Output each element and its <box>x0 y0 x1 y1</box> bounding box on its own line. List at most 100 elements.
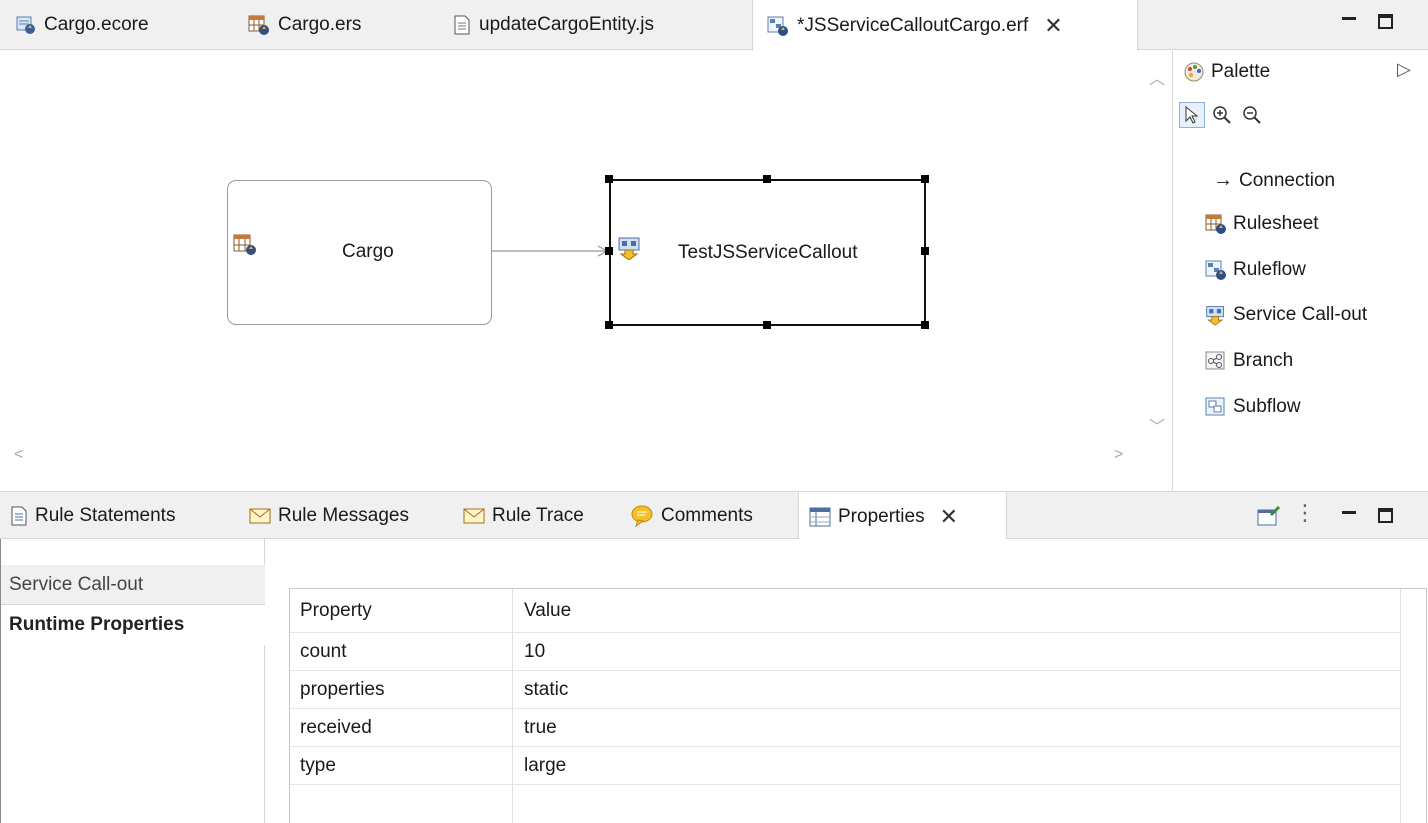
editor-tab-cargo-ecore[interactable]: Cargo.ecore <box>16 0 149 50</box>
palette-title: Palette <box>1211 61 1271 82</box>
service-callout-node[interactable]: TestJSServiceCallout <box>609 179 926 326</box>
ruleflow-icon <box>1205 260 1226 280</box>
zoom-out-icon[interactable] <box>1239 102 1265 128</box>
selection-handle-s[interactable] <box>763 321 771 329</box>
editor-tab-label: updateCargoEntity.js <box>479 14 654 35</box>
rulesheet-icon <box>1205 214 1226 234</box>
selection-handle-se[interactable] <box>921 321 929 329</box>
envelope-icon <box>249 508 271 524</box>
service-callout-icon <box>1206 306 1225 326</box>
property-value-cell[interactable]: large <box>524 747 566 784</box>
view-tab-properties[interactable]: Properties ✕ <box>798 492 1007 541</box>
service-callout-icon <box>618 237 640 260</box>
envelope-icon <box>463 508 485 524</box>
minimize-icon[interactable] <box>1342 508 1356 522</box>
palette-item-subflow[interactable]: Subflow <box>1205 396 1301 418</box>
branch-icon <box>1205 351 1225 370</box>
view-tab-label: Comments <box>661 505 753 526</box>
palette-item-rulesheet[interactable]: Rulesheet <box>1205 213 1319 235</box>
rulesheet-icon <box>248 15 269 35</box>
view-tab-comments[interactable]: Comments <box>630 492 753 540</box>
ruleflow-canvas[interactable] <box>0 51 1172 469</box>
rulesheet-node-cargo[interactable]: Cargo <box>227 180 492 325</box>
text-file-icon <box>454 15 470 35</box>
property-value-cell[interactable]: 10 <box>524 633 545 670</box>
property-name-cell: type <box>300 754 336 776</box>
editor-window-controls <box>1342 14 1393 29</box>
selection-handle-nw[interactable] <box>605 175 613 183</box>
editor-tab-label: Cargo.ers <box>278 14 362 35</box>
minimize-icon[interactable] <box>1342 14 1356 28</box>
close-icon[interactable]: ✕ <box>940 505 958 528</box>
property-name-cell: properties <box>300 678 385 700</box>
table-header-row: Property Value <box>290 589 1400 633</box>
properties-view: Service Call-out Runtime Properties Prop… <box>0 539 1428 823</box>
ruleflow-icon <box>767 16 788 36</box>
property-value-cell[interactable]: static <box>524 671 568 708</box>
editor-tab-js-service-callout-cargo[interactable]: *JSServiceCalloutCargo.erf ✕ <box>752 0 1138 51</box>
table-row-empty[interactable] <box>290 785 1400 823</box>
selection-handle-e[interactable] <box>921 247 929 255</box>
scroll-right-icon[interactable]: > <box>1114 446 1123 464</box>
properties-table-icon <box>809 507 831 526</box>
palette-item-label: Branch <box>1233 350 1294 371</box>
table-row[interactable]: count 10 <box>290 633 1400 671</box>
property-name-cell: received <box>300 716 372 738</box>
node-label: Cargo <box>342 241 394 262</box>
view-menu-icon[interactable]: ⋮ <box>1294 502 1316 524</box>
table-row[interactable]: type large <box>290 747 1400 785</box>
palette-item-service-callout[interactable]: Service Call-out <box>1205 304 1367 326</box>
scroll-left-icon[interactable]: < <box>14 446 23 464</box>
scroll-up-icon[interactable]: ︿ <box>1149 65 1165 89</box>
connection-arrow-icon: → <box>1213 169 1233 191</box>
editor-tab-label: *JSServiceCalloutCargo.erf <box>797 14 1029 36</box>
view-tab-bar: Rule Statements Rule Messages Rule Trace… <box>0 491 1428 541</box>
editor-tab-update-cargo-entity-js[interactable]: updateCargoEntity.js <box>453 0 654 50</box>
editor-tab-bar: Cargo.ecore Cargo.ers updateCargoEntity.… <box>0 0 1428 51</box>
palette-toolbar <box>1173 93 1428 137</box>
palette-collapse-icon[interactable]: ▷ <box>1397 59 1411 80</box>
table-row[interactable]: properties static <box>290 671 1400 709</box>
palette-panel: Palette ▷ → Connection Rulesheet Ruleflo… <box>1172 51 1428 506</box>
selection-handle-sw[interactable] <box>605 321 613 329</box>
view-tab-label: Rule Statements <box>35 505 176 526</box>
selection-handle-ne[interactable] <box>921 175 929 183</box>
palette-item-connection[interactable]: → Connection <box>1213 169 1335 192</box>
maximize-icon[interactable] <box>1378 14 1393 29</box>
palette-item-branch[interactable]: Branch <box>1205 350 1293 372</box>
select-arrow-icon[interactable] <box>1179 102 1205 128</box>
view-tab-rule-messages[interactable]: Rule Messages <box>249 492 409 540</box>
palette-item-label: Ruleflow <box>1233 259 1306 280</box>
palette-item-label: Rulesheet <box>1233 213 1319 234</box>
side-tab-runtime-properties[interactable]: Runtime Properties <box>1 605 265 645</box>
side-tab-label: Runtime Properties <box>9 614 185 635</box>
selection-handle-w[interactable] <box>605 247 613 255</box>
view-tab-label: Rule Messages <box>278 505 409 526</box>
selection-handle-n[interactable] <box>763 175 771 183</box>
comment-bubble-icon <box>631 505 653 527</box>
pin-editor-icon[interactable] <box>1257 504 1281 534</box>
side-tab-service-callout[interactable]: Service Call-out <box>1 565 265 605</box>
rulesheet-icon <box>233 234 256 255</box>
column-header-value[interactable]: Value <box>524 589 571 632</box>
palette-item-label: Connection <box>1239 169 1336 191</box>
close-icon[interactable]: ✕ <box>1044 14 1062 37</box>
palette-icon <box>1184 62 1204 82</box>
table-row[interactable]: received true <box>290 709 1400 747</box>
view-tab-rule-statements[interactable]: Rule Statements <box>10 492 175 540</box>
canvas-horizontal-scrollbar[interactable]: < > <box>0 445 1139 469</box>
maximize-icon[interactable] <box>1378 508 1393 523</box>
view-tab-rule-trace[interactable]: Rule Trace <box>463 492 584 540</box>
zoom-in-icon[interactable] <box>1209 102 1235 128</box>
palette-header[interactable]: Palette ▷ <box>1173 51 1428 93</box>
scroll-down-icon[interactable]: ﹀ <box>1149 413 1165 437</box>
node-label: TestJSServiceCallout <box>678 242 858 263</box>
column-header-property[interactable]: Property <box>300 589 372 632</box>
side-tab-label: Service Call-out <box>9 573 144 595</box>
view-tab-label: Rule Trace <box>492 505 584 526</box>
palette-item-ruleflow[interactable]: Ruleflow <box>1205 259 1306 281</box>
editor-tab-cargo-ers[interactable]: Cargo.ers <box>248 0 361 50</box>
runtime-properties-table: Property Value count 10 properties stati… <box>289 588 1427 823</box>
canvas-vertical-scrollbar[interactable]: ︿ ﹀ <box>1139 51 1172 445</box>
property-value-cell[interactable]: true <box>524 709 557 746</box>
